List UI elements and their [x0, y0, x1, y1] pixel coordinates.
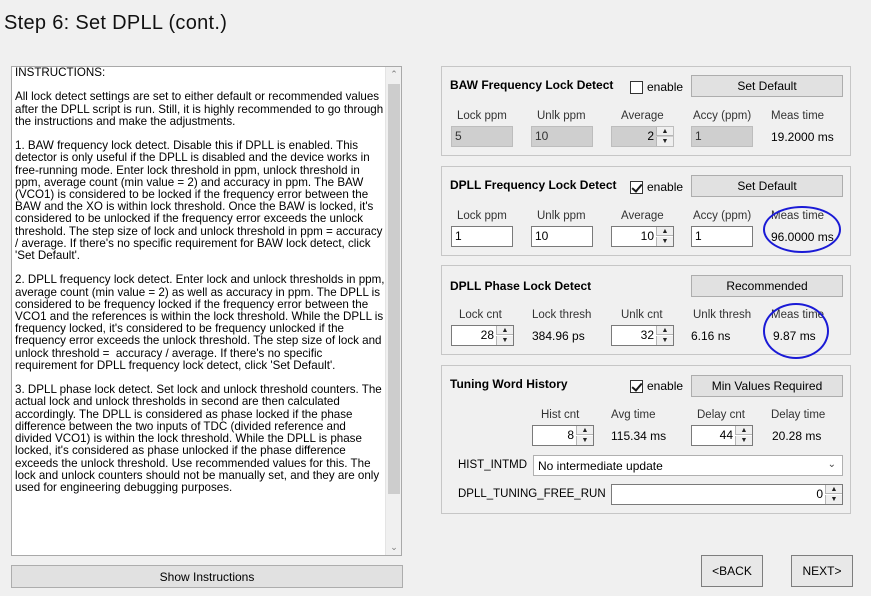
dpll-phase-unlk-cnt-value: 32 — [640, 328, 654, 342]
dpll-phase-unlk-cnt-stepper[interactable]: 32 ▲ ▼ — [611, 325, 674, 346]
baw-unlk-ppm-input[interactable]: 10 — [531, 126, 593, 147]
tuning-enable-checkbox[interactable]: enable — [630, 379, 683, 393]
free-run-label: DPLL_TUNING_FREE_RUN — [458, 488, 606, 500]
avg-time-label: Avg time — [611, 409, 656, 421]
dpll-freq-enable-box[interactable] — [630, 180, 643, 194]
avg-time-value: 115.34 ms — [611, 429, 667, 443]
delay-cnt-label: Delay cnt — [697, 409, 745, 421]
dpll-freq-enable-label: enable — [647, 180, 684, 194]
dpll-phase-lock-cnt-label: Lock cnt — [459, 309, 502, 321]
baw-average-label: Average — [621, 110, 664, 122]
spin-down-icon[interactable]: ▼ — [496, 336, 513, 345]
spin-down-icon[interactable]: ▼ — [735, 436, 752, 445]
dpll-freq-panel-title: DPLL Frequency Lock Detect — [450, 178, 617, 192]
delay-cnt-value: 44 — [719, 428, 733, 442]
chevron-down-icon: ⌄ — [827, 459, 836, 470]
tuning-word-history-panel: Tuning Word History enable Min Values Re… — [441, 365, 851, 514]
show-instructions-button[interactable]: Show Instructions — [11, 565, 403, 588]
dpll-phase-unlk-thresh-label: Unlk thresh — [693, 309, 752, 321]
dpll-freq-accy-label: Accy (ppm) — [693, 210, 752, 222]
baw-unlk-ppm-label: Unlk ppm — [537, 110, 586, 122]
next-button[interactable]: NEXT> — [791, 555, 853, 587]
spin-down-icon[interactable]: ▼ — [825, 495, 842, 504]
dpll-freq-average-stepper[interactable]: 10 ▲ ▼ — [611, 226, 674, 247]
hist-intmd-label: HIST_INTMD — [458, 459, 527, 471]
free-run-value: 0 — [816, 487, 823, 501]
back-button[interactable]: <BACK — [701, 555, 763, 587]
baw-enable-box[interactable] — [630, 80, 643, 94]
spin-up-icon[interactable]: ▲ — [656, 227, 673, 236]
delay-time-label: Delay time — [771, 409, 826, 421]
instructions-text: INSTRUCTIONS: All lock detect settings a… — [15, 67, 385, 494]
annotation-circle — [763, 303, 829, 359]
baw-average-stepper[interactable]: 2 ▲ ▼ — [611, 126, 674, 147]
dpll-freq-enable-checkbox[interactable]: enable — [630, 180, 683, 194]
hist-cnt-stepper[interactable]: 8 ▲ ▼ — [532, 425, 594, 446]
instructions-scrollbar[interactable]: ⌃ ⌄ — [385, 67, 401, 555]
baw-set-default-button[interactable]: Set Default — [691, 75, 843, 97]
spin-up-icon[interactable]: ▲ — [735, 426, 752, 435]
spin-up-icon[interactable]: ▲ — [496, 326, 513, 335]
dpll-phase-unlk-thresh-value: 6.16 ns — [691, 329, 731, 343]
dpll-phase-lock-thresh-value: 384.96 ps — [532, 329, 585, 343]
annotation-circle — [763, 206, 841, 253]
dpll-phase-lock-detect-panel: DPLL Phase Lock Detect Recommended Lock … — [441, 265, 851, 359]
dpll-phase-recommended-button[interactable]: Recommended — [691, 275, 843, 297]
dpll-phase-unlk-cnt-label: Unlk cnt — [621, 309, 663, 321]
spin-up-icon[interactable]: ▲ — [576, 426, 593, 435]
dpll-freq-average-value: 10 — [640, 229, 654, 243]
baw-accy-label: Accy (ppm) — [693, 110, 752, 122]
baw-panel-title: BAW Frequency Lock Detect — [450, 78, 614, 92]
dpll-phase-panel-title: DPLL Phase Lock Detect — [450, 279, 592, 293]
hist-cnt-label: Hist cnt — [541, 409, 580, 421]
spin-up-icon[interactable]: ▲ — [656, 326, 673, 335]
page-title: Step 6: Set DPLL (cont.) — [4, 12, 228, 34]
tuning-enable-box[interactable] — [630, 379, 643, 393]
dpll-phase-lock-thresh-label: Lock thresh — [532, 309, 592, 321]
hist-intmd-select[interactable]: No intermediate update ⌄ — [533, 455, 843, 476]
baw-lock-ppm-label: Lock ppm — [457, 110, 507, 122]
baw-meas-time-label: Meas time — [771, 110, 825, 122]
hist-cnt-value: 8 — [567, 428, 574, 442]
hist-intmd-selected-value: No intermediate update — [538, 459, 663, 473]
scroll-up-icon[interactable]: ⌃ — [389, 69, 399, 79]
baw-accy-input[interactable]: 1 — [691, 126, 753, 147]
baw-enable-label: enable — [647, 80, 684, 94]
dpll-freq-lock-ppm-input[interactable]: 1 — [451, 226, 513, 247]
dpll-freq-accy-input[interactable]: 1 — [691, 226, 753, 247]
spin-down-icon[interactable]: ▼ — [656, 336, 673, 345]
baw-enable-checkbox[interactable]: enable — [630, 80, 683, 94]
tuning-panel-title: Tuning Word History — [450, 377, 568, 391]
spin-up-icon[interactable]: ▲ — [825, 485, 842, 494]
spin-down-icon[interactable]: ▼ — [576, 436, 593, 445]
spin-down-icon[interactable]: ▼ — [656, 137, 673, 146]
delay-cnt-stepper[interactable]: 44 ▲ ▼ — [691, 425, 753, 446]
dpll-phase-lock-cnt-value: 28 — [480, 328, 494, 342]
dpll-freq-lock-ppm-label: Lock ppm — [457, 210, 507, 222]
dpll-phase-lock-cnt-stepper[interactable]: 28 ▲ ▼ — [451, 325, 514, 346]
free-run-stepper[interactable]: 0 ▲ ▼ — [611, 484, 843, 505]
dpll-freq-average-label: Average — [621, 210, 664, 222]
dpll-freq-lock-detect-panel: DPLL Frequency Lock Detect enable Set De… — [441, 166, 851, 256]
scroll-thumb[interactable] — [388, 84, 400, 494]
tuning-enable-label: enable — [647, 379, 684, 393]
scroll-down-icon[interactable]: ⌄ — [389, 542, 399, 552]
dpll-freq-set-default-button[interactable]: Set Default — [691, 175, 843, 197]
spin-up-icon[interactable]: ▲ — [656, 127, 673, 136]
delay-time-value: 20.28 ms — [772, 429, 822, 443]
baw-lock-detect-panel: BAW Frequency Lock Detect enable Set Def… — [441, 66, 851, 156]
baw-average-value: 2 — [647, 129, 654, 143]
min-values-required-button[interactable]: Min Values Required — [691, 375, 843, 397]
dpll-freq-unlk-ppm-label: Unlk ppm — [537, 210, 586, 222]
spin-down-icon[interactable]: ▼ — [656, 237, 673, 246]
instructions-textarea[interactable]: INSTRUCTIONS: All lock detect settings a… — [11, 66, 402, 556]
dpll-freq-unlk-ppm-input[interactable]: 10 — [531, 226, 593, 247]
baw-lock-ppm-input[interactable]: 5 — [451, 126, 513, 147]
baw-meas-time-value: 19.2000 ms — [771, 130, 834, 144]
